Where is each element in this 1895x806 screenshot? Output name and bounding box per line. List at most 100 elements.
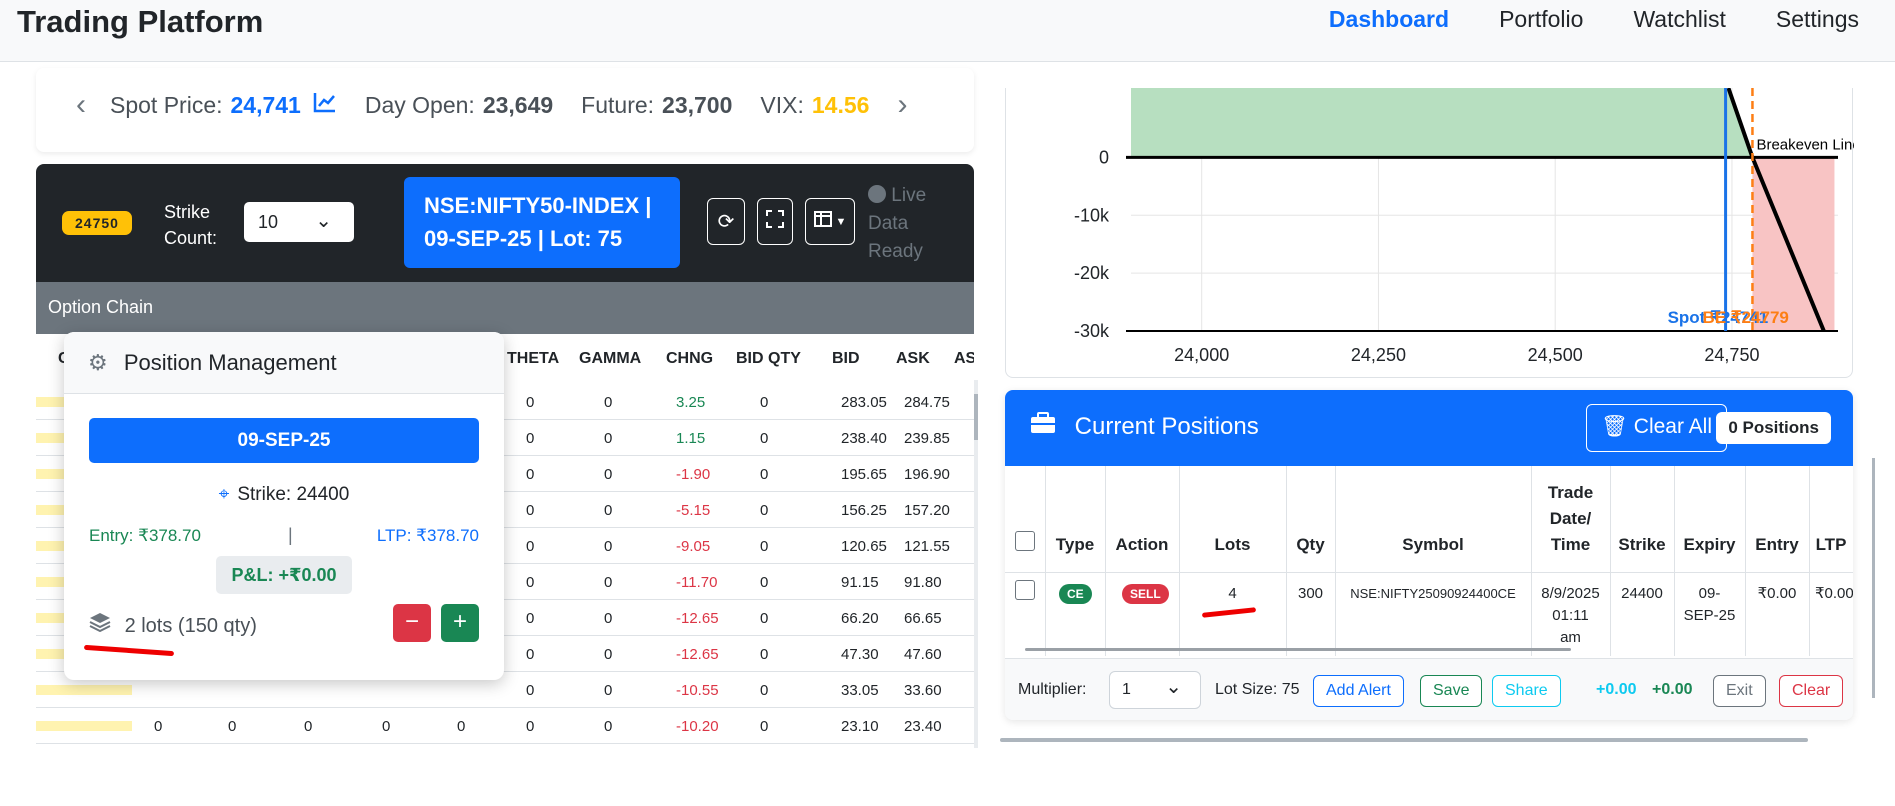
nav-dashboard[interactable]: Dashboard (1329, 6, 1449, 33)
expiry-button[interactable]: 09-SEP-25 (89, 418, 479, 463)
crosshair-icon: ⌖ (218, 484, 230, 505)
decrease-lots-button[interactable]: − (393, 604, 431, 642)
share-button[interactable]: Share (1492, 675, 1561, 707)
ltp-value: ₹0.00 (1815, 585, 1853, 602)
oi-bar (36, 721, 132, 731)
exit-button[interactable]: Exit (1713, 675, 1766, 707)
cell-chng: -5.15 (676, 502, 711, 519)
option-chain-row[interactable]: 00-8.65015.9016.1500000 (36, 744, 974, 748)
strike-value: 24400 (1621, 585, 1663, 602)
row-checkbox[interactable] (1015, 580, 1035, 600)
right-panel-scrollbar[interactable] (1872, 458, 1875, 698)
strike-count-label: Strike Count: (164, 202, 218, 248)
column-header-chng[interactable]: CHNG (666, 350, 713, 368)
add-alert-button[interactable]: Add Alert (1313, 675, 1404, 707)
multiplier-select[interactable]: 1 ⌄ (1109, 671, 1201, 709)
column-header-ask[interactable]: ASK (896, 350, 930, 368)
lots-value: 4 (1228, 585, 1237, 602)
y-tick-label: -20k (1074, 263, 1110, 283)
current-positions-panel: Current Positions 🗑 Clear All 0 Position… (1005, 390, 1853, 720)
cell-bidqty: 0 (760, 502, 769, 519)
lots-quantity: 2 lots (150 qty) (89, 612, 257, 638)
cell-bidqty: 0 (760, 430, 769, 447)
vix-label: VIX: (760, 91, 804, 118)
option-chain-scroll-thumb[interactable] (974, 394, 978, 440)
cell-ask: 23.40 (904, 718, 942, 735)
cell-ask: 284.75 (904, 394, 950, 411)
column-header-bid[interactable]: BID (832, 350, 860, 368)
cell-bidqty: 0 (760, 574, 769, 591)
cell-chng: 3.25 (676, 394, 706, 411)
header-ltp: LTP (1815, 535, 1847, 554)
chevron-down-icon: ⌄ (1165, 676, 1182, 698)
cell-bid: 156.25 (841, 502, 887, 519)
nav-watchlist[interactable]: Watchlist (1633, 6, 1725, 33)
column-header-theta[interactable]: THETA (507, 350, 559, 368)
brand-title[interactable]: Trading Platform (17, 4, 263, 40)
cell-chng: 1.15 (676, 430, 706, 447)
cell-gamma: 0 (604, 574, 613, 591)
columns-dropdown-button[interactable]: ▼ (805, 198, 855, 245)
cell-value: 0 (154, 718, 163, 735)
cell-ask: 33.60 (904, 682, 942, 699)
cell-ask: 157.20 (904, 502, 950, 519)
chevron-right-icon[interactable]: › (897, 88, 907, 122)
payoff-chart-svg: Breakeven LineSpot ₹24741BE ₹247790-10k-… (1074, 87, 1861, 365)
cell-theta: 0 (526, 430, 535, 447)
layers-icon (89, 613, 117, 637)
column-header-bid-qty[interactable]: BID QTY (736, 350, 801, 368)
spot-price-value: 24,741 (230, 91, 301, 118)
positions-count-badge: 0 Positions (1716, 412, 1831, 444)
cell-ask: 47.60 (904, 646, 942, 663)
save-button[interactable]: Save (1420, 675, 1483, 707)
cell-gamma: 0 (604, 466, 613, 483)
type-badge: CE (1059, 584, 1092, 604)
nav-settings[interactable]: Settings (1776, 6, 1859, 33)
refresh-icon: ⟳ (717, 211, 735, 233)
live-data-status: Live Data Ready (868, 185, 927, 262)
cell-gamma: 0 (604, 682, 613, 699)
ltp-price: LTP: ₹378.70 (376, 526, 479, 545)
spot-price-label: Spot Price: (110, 91, 223, 118)
nav-portfolio[interactable]: Portfolio (1499, 6, 1583, 33)
future-value: 23,700 (662, 91, 733, 118)
cell-theta: 0 (526, 466, 535, 483)
cell-bid: 238.40 (841, 430, 887, 447)
cell-ask: 239.85 (904, 430, 950, 447)
y-tick-label: 0 (1099, 147, 1109, 167)
pnl-value-2: +0.00 (1652, 681, 1693, 698)
column-header-gamma[interactable]: GAMMA (579, 350, 641, 368)
x-tick-label: 24,500 (1528, 345, 1583, 365)
header-strike: Strike (1618, 535, 1666, 554)
chart-line-icon[interactable] (313, 91, 337, 119)
select-all-checkbox[interactable] (1015, 531, 1035, 551)
option-chain-row[interactable]: 0 0 -10.20 0 23.10 23.40 0 0 0 0 0 (36, 708, 974, 744)
cell-value: 0 (457, 718, 466, 735)
increase-lots-button[interactable]: + (441, 604, 479, 642)
lot-size-label: Lot Size: 75 (1215, 681, 1300, 698)
page-horizontal-scrollbar[interactable] (1000, 738, 1808, 742)
clear-button[interactable]: Clear (1779, 675, 1844, 707)
cell-bid: 120.65 (841, 538, 887, 555)
symbol-info-button[interactable]: NSE:NIFTY50-INDEX | 09-SEP-25 | Lot: 75 (404, 177, 680, 268)
positions-footer: Multiplier: 1 ⌄ Lot Size: 75 Add Alert S… (1005, 658, 1853, 720)
top-navbar: Trading Platform Dashboard Portfolio Wat… (0, 0, 1895, 62)
chevron-left-icon[interactable]: ‹ (76, 88, 86, 122)
clear-all-button[interactable]: 🗑 Clear All (1586, 404, 1727, 452)
header-type: Type (1055, 535, 1095, 554)
positions-table-scrollbar[interactable] (1025, 648, 1571, 651)
strike-count-select[interactable]: 10 ⌄ (244, 202, 354, 242)
y-tick-label: -30k (1074, 321, 1110, 341)
cell-theta: 0 (526, 682, 535, 699)
trade-date-value: 8/9/2025 01:11 am (1541, 585, 1600, 646)
refresh-button[interactable]: ⟳ (707, 198, 745, 245)
future-label: Future: (581, 91, 655, 118)
payoff-chart: Breakeven Line Spot ₹24741 BE ₹24779 0 -10k -… (1005, 87, 1861, 378)
cell-bid: 66.20 (841, 610, 879, 627)
header-lots: Lots (1214, 535, 1251, 554)
position-management-header: ⚙ Position Management (64, 332, 504, 394)
fullscreen-button[interactable] (757, 198, 793, 245)
cell-gamma: 0 (604, 610, 613, 627)
columns-icon (813, 210, 832, 233)
column-header-ask-qty[interactable]: AS (954, 350, 974, 368)
